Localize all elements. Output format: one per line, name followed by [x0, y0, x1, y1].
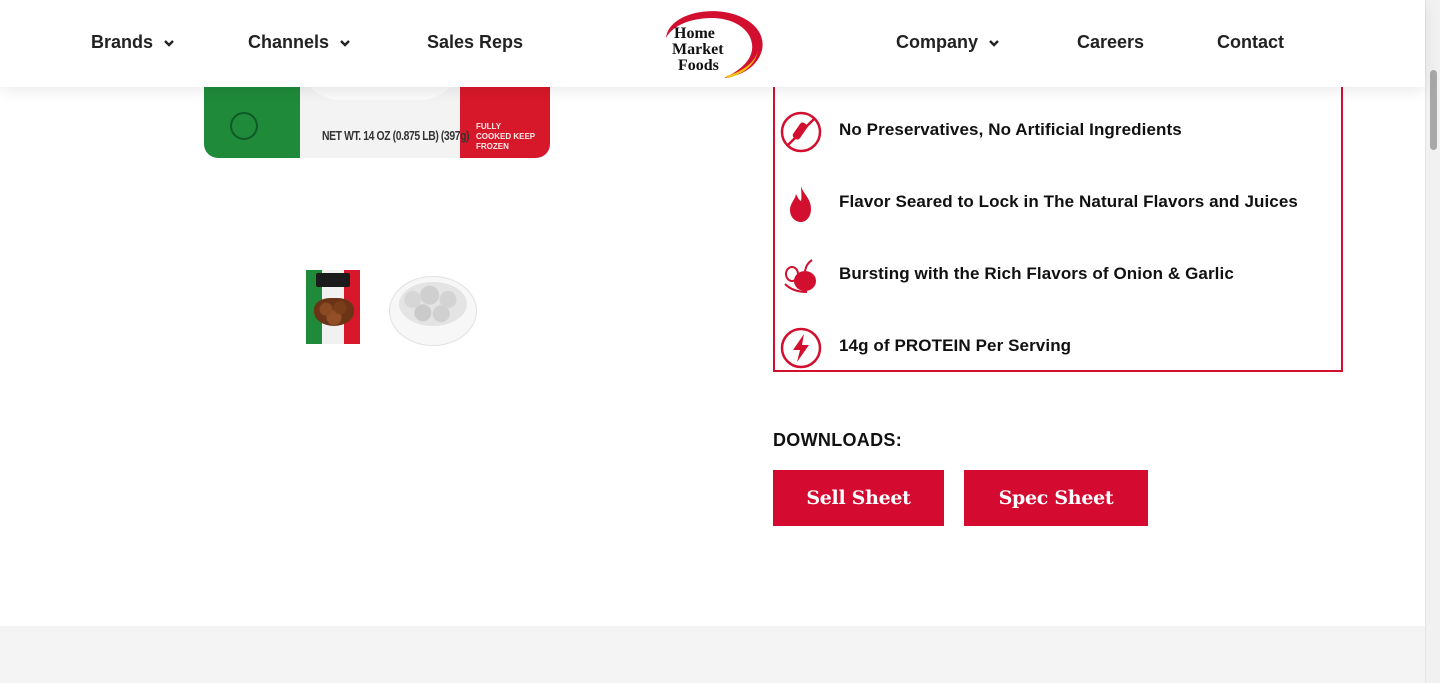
- nav-company-label: Company: [896, 32, 979, 52]
- spec-sheet-button[interactable]: Spec Sheet: [964, 470, 1148, 526]
- page: NET WT. 14 OZ (0.875 LB) (397g) FULLY CO…: [0, 0, 1425, 683]
- feature-text: Flavor Seared to Lock in The Natural Fla…: [839, 192, 1298, 211]
- scrollbar-thumb[interactable]: [1430, 70, 1437, 150]
- product-thumbnail-package[interactable]: [306, 270, 360, 344]
- footer-band: [0, 626, 1425, 683]
- bag-red-label: FULLY COOKED KEEP FROZEN: [476, 122, 535, 151]
- nav-sales-reps-label: Sales Reps: [427, 32, 524, 52]
- product-features-box: No Preservatives, No Artificial Ingredie…: [773, 70, 1343, 372]
- bag-seal-icon: [230, 112, 258, 140]
- nav-careers-label: Careers: [1077, 32, 1145, 52]
- chevron-down-icon: [989, 39, 999, 47]
- nav-careers[interactable]: Careers: [1077, 32, 1144, 53]
- thumb-label: [316, 273, 350, 287]
- nav-channels-label: Channels: [248, 32, 330, 52]
- no-preservatives-icon: [780, 111, 822, 153]
- nav-brands[interactable]: Brands: [91, 32, 175, 53]
- home-market-foods-logo[interactable]: Home Market Foods: [658, 8, 768, 80]
- nav-brands-label: Brands: [91, 32, 154, 52]
- feature-text: 14g of PROTEIN Per Serving: [839, 336, 1072, 355]
- thumb-bowl-meatballs: [399, 282, 467, 326]
- nav-contact[interactable]: Contact: [1217, 32, 1284, 53]
- feature-item: Flavor Seared to Lock in The Natural Fla…: [775, 178, 1343, 230]
- feature-text: Bursting with the Rich Flavors of Onion …: [839, 264, 1234, 283]
- logo-line1: Home: [674, 25, 715, 42]
- feature-item: 14g of PROTEIN Per Serving: [775, 322, 1343, 374]
- nav-contact-label: Contact: [1217, 32, 1284, 52]
- lightning-icon: [780, 327, 822, 369]
- thumb-meatballs: [314, 298, 354, 326]
- page-scrollbar[interactable]: [1425, 0, 1440, 683]
- chevron-down-icon: [164, 39, 174, 47]
- site-header: Brands Channels Sales Reps Home Market F…: [0, 0, 1425, 87]
- logo-line3: Foods: [678, 57, 719, 74]
- feature-item: Bursting with the Rich Flavors of Onion …: [775, 250, 1343, 302]
- flame-icon: [790, 186, 811, 222]
- product-thumbnail-bowl[interactable]: [387, 266, 479, 352]
- onion-garlic-icon: [784, 259, 816, 293]
- nav-channels[interactable]: Channels: [248, 32, 351, 53]
- sell-sheet-button[interactable]: Sell Sheet: [773, 470, 944, 526]
- chevron-down-icon: [340, 39, 350, 47]
- feature-item: No Preservatives, No Artificial Ingredie…: [775, 106, 1343, 158]
- nav-sales-reps[interactable]: Sales Reps: [427, 32, 523, 53]
- nav-company[interactable]: Company: [896, 32, 1000, 53]
- feature-text: No Preservatives, No Artificial Ingredie…: [839, 120, 1182, 139]
- downloads-heading: DOWNLOADS:: [773, 430, 902, 450]
- bag-net-weight: NET WT. 14 OZ (0.875 LB) (397g): [322, 128, 470, 143]
- logo-line2: Market: [672, 41, 724, 58]
